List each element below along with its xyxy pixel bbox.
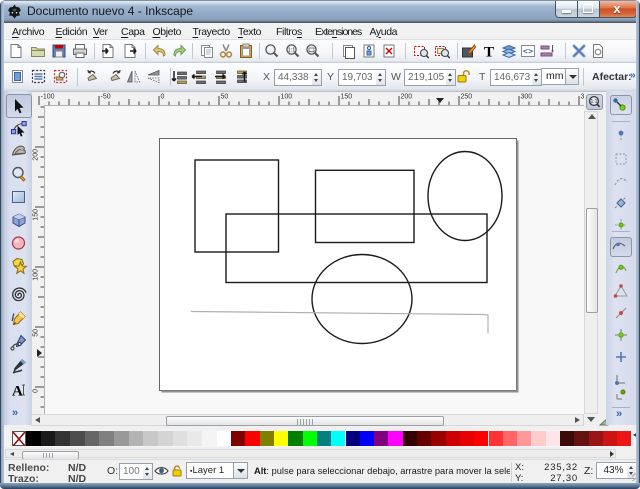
svg-text:1:1: 1:1 <box>288 48 296 54</box>
svg-text:350: 350 <box>581 94 585 101</box>
svg-text:<>: <> <box>523 47 533 57</box>
svg-text:T: T <box>484 45 494 60</box>
svg-text:50: 50 <box>221 94 229 101</box>
svg-text:150: 150 <box>341 94 353 101</box>
svg-text:1:1: 1:1 <box>591 99 598 105</box>
svg-text:300: 300 <box>521 94 533 101</box>
svg-text:250: 250 <box>461 94 473 101</box>
svg-text:50: 50 <box>33 329 40 337</box>
svg-text:-100: -100 <box>41 94 55 101</box>
svg-text:150: 150 <box>33 209 40 221</box>
svg-text:0: 0 <box>33 389 40 393</box>
svg-text:200: 200 <box>33 149 40 161</box>
svg-text:A: A <box>12 384 23 400</box>
svg-text:0: 0 <box>161 94 165 101</box>
svg-text:100: 100 <box>33 269 40 281</box>
svg-text:200: 200 <box>401 94 413 101</box>
svg-text:100: 100 <box>281 94 293 101</box>
svg-text:-50: -50 <box>101 94 111 101</box>
